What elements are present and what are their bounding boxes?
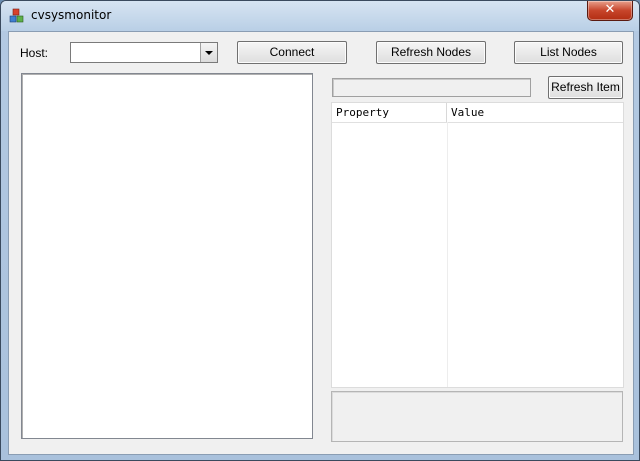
host-combobox[interactable] (70, 42, 218, 63)
connect-button[interactable]: Connect (237, 41, 347, 64)
close-icon: ✕ (604, 2, 616, 17)
app-window: cvsysmonitor ✕ Host: Connect Refresh Nod… (0, 0, 640, 461)
close-button[interactable]: ✕ (587, 1, 633, 21)
selected-item-field (332, 78, 531, 97)
info-panel (331, 391, 623, 442)
window-title: cvsysmonitor (31, 8, 112, 22)
column-header-value[interactable]: Value (447, 103, 623, 122)
column-header-property[interactable]: Property (332, 103, 447, 122)
list-nodes-button[interactable]: List Nodes (514, 41, 623, 64)
refresh-nodes-button[interactable]: Refresh Nodes (376, 41, 486, 64)
chevron-down-icon[interactable] (200, 43, 217, 62)
client-area: Host: Connect Refresh Nodes List Nodes R… (8, 31, 634, 455)
app-cubes-icon (9, 8, 24, 23)
refresh-item-button[interactable]: Refresh Item (548, 76, 623, 99)
list-header: Property Value (332, 103, 623, 123)
title-bar[interactable]: cvsysmonitor ✕ (1, 1, 639, 31)
host-label: Host: (20, 46, 49, 60)
column-divider (447, 122, 448, 387)
node-tree[interactable] (21, 73, 313, 439)
property-list[interactable]: Property Value (331, 102, 624, 388)
